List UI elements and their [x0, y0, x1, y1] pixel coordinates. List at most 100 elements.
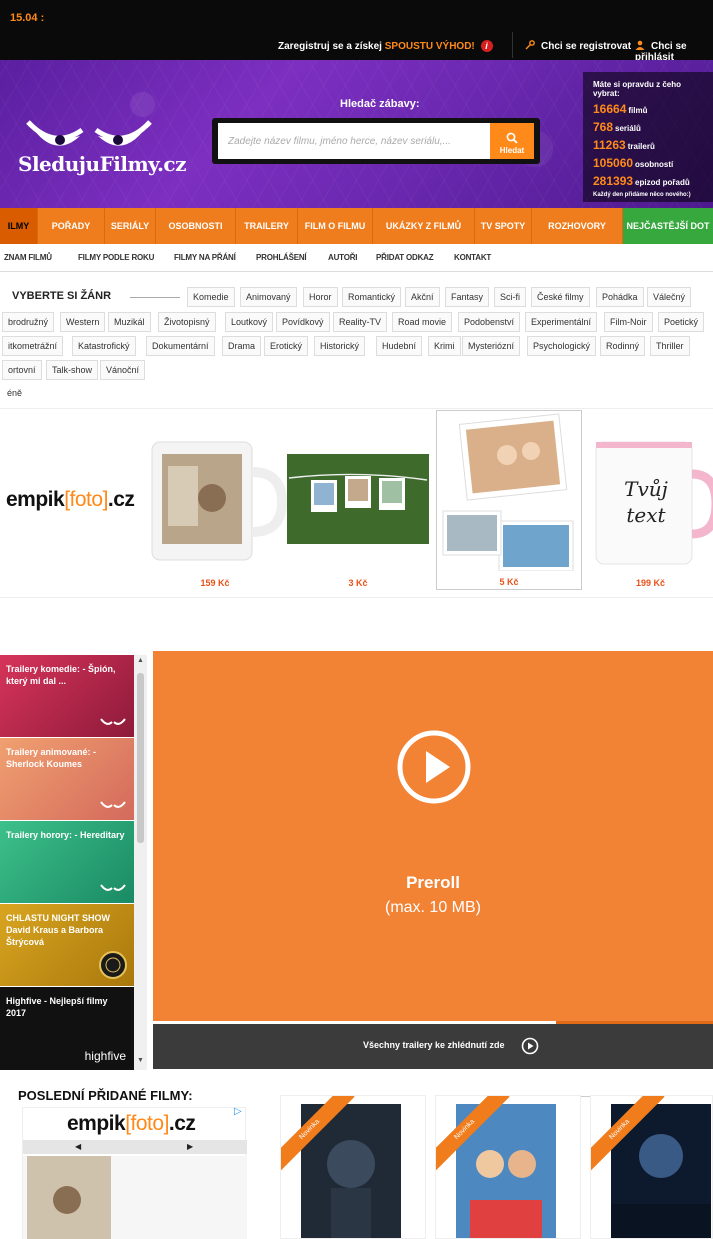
- nav-shows[interactable]: POŘADY: [38, 208, 105, 244]
- trailer-item[interactable]: Trailery horory: - Hereditary: [0, 821, 134, 903]
- subnav-wish[interactable]: FILMY NA PŘÁNÍ: [174, 253, 236, 262]
- subnav-add-link[interactable]: PŘIDAT ODKAZ: [376, 253, 434, 262]
- genre-tag[interactable]: Talk-show: [46, 360, 99, 380]
- mug-text: Tvůj text: [624, 477, 668, 527]
- genre-tag[interactable]: éně: [2, 384, 27, 404]
- subnav-statement[interactable]: PROHLÁŠENÍ: [256, 253, 307, 262]
- trailer-item[interactable]: Trailery animované: - Sherlock Koumes: [0, 738, 134, 820]
- ad-choices-icon[interactable]: ▷: [234, 1106, 242, 1117]
- genre-tag[interactable]: Katastrofický: [72, 336, 136, 356]
- film-card[interactable]: Novinka: [590, 1095, 713, 1239]
- trailer-scrollbar[interactable]: ▲ ▼: [134, 655, 147, 1070]
- genre-tag[interactable]: České filmy: [531, 287, 590, 307]
- trailer-item[interactable]: Trailery komedie: - Špión, který mi dal …: [0, 655, 134, 737]
- info-icon: i: [480, 40, 493, 52]
- search-button[interactable]: Hledat: [490, 123, 534, 159]
- genre-tag[interactable]: Vánoční: [100, 360, 146, 380]
- genre-tag[interactable]: Drama: [222, 336, 262, 356]
- empik-ad-box[interactable]: empik[foto].cz ◀ ▶: [22, 1107, 247, 1239]
- genre-tag[interactable]: ortovní: [2, 360, 42, 380]
- genre-tag[interactable]: Životopisný: [158, 312, 216, 332]
- play-icon[interactable]: [396, 729, 472, 805]
- nav-making-of[interactable]: FILM O FILMU: [298, 208, 373, 244]
- genre-tag[interactable]: Hudební: [376, 336, 423, 356]
- latest-films-title: POSLEDNÍ PŘIDANÉ FILMY:: [18, 1088, 193, 1103]
- genre-tag[interactable]: Psychologický: [527, 336, 597, 356]
- all-trailers-bar[interactable]: Všechny trailery ke zhlédnutí zde: [153, 1024, 713, 1069]
- trailer-item[interactable]: Highfive - Nejlepší filmy 2017 highfive: [0, 987, 134, 1070]
- genre-tag[interactable]: Povídkový: [276, 312, 330, 332]
- nav-trailers[interactable]: TRAILERY: [236, 208, 298, 244]
- subnav-contact[interactable]: KONTAKT: [454, 253, 491, 262]
- genre-tag[interactable]: Pohádka: [596, 287, 644, 307]
- genre-tag[interactable]: Film-Noir: [604, 312, 653, 332]
- genre-tag[interactable]: Erotický: [264, 336, 309, 356]
- product-mug[interactable]: 159 Kč: [142, 410, 288, 590]
- genre-tag[interactable]: brodružný: [2, 312, 55, 332]
- genre-tag[interactable]: Road movie: [392, 312, 453, 332]
- search-input[interactable]: [218, 123, 496, 159]
- preroll-label: Preroll: [406, 873, 460, 892]
- subnav-authors[interactable]: AUTOŘI: [328, 253, 358, 262]
- genre-tag[interactable]: Akční: [405, 287, 440, 307]
- genre-tag[interactable]: Válečný: [647, 287, 692, 307]
- trailer-item[interactable]: CHLASTU NIGHT SHOW David Kraus a Barbora…: [0, 904, 134, 986]
- product-photo-clips[interactable]: 3 Kč: [285, 410, 431, 590]
- carousel-next-icon[interactable]: ▶: [187, 1142, 193, 1151]
- genre-tag[interactable]: itkometrážní: [2, 336, 64, 356]
- genre-tag[interactable]: Thriller: [650, 336, 690, 356]
- genre-tag[interactable]: Horor: [303, 287, 338, 307]
- nav-faq[interactable]: NEJČASTĚJŠÍ DOT: [623, 208, 713, 244]
- stats-series: 768 seriálů: [593, 120, 641, 134]
- logo-eyes-icon: [100, 718, 126, 725]
- genre-tag[interactable]: Mysteriózní: [462, 336, 521, 356]
- product-photos[interactable]: 5 Kč: [436, 410, 582, 590]
- ad-carousel-nav: ◀ ▶: [23, 1140, 247, 1154]
- register-promo[interactable]: Zaregistruj se a získej SPOUSTU VÝHOD! i: [278, 40, 493, 52]
- mug-photo-icon: [151, 441, 288, 561]
- film-card[interactable]: Novinka: [280, 1095, 426, 1239]
- scroll-up-icon[interactable]: ▲: [136, 657, 145, 664]
- video-player[interactable]: Preroll (max. 10 MB): [153, 651, 713, 1023]
- search-icon: [506, 132, 518, 144]
- photo-clips-icon: [287, 454, 429, 544]
- nav-films[interactable]: ILMY: [0, 208, 38, 244]
- logo-text[interactable]: SledujuFilmy.cz: [18, 152, 186, 176]
- empik-logo[interactable]: empik[foto].cz: [6, 488, 135, 512]
- product-text-mug[interactable]: Tvůj text 199 Kč: [588, 410, 713, 590]
- genre-tag[interactable]: Rodinný: [600, 336, 646, 356]
- genre-tag[interactable]: Fantasy: [445, 287, 490, 307]
- genre-tag[interactable]: Poetický: [658, 312, 705, 332]
- subnav-film-list[interactable]: ZNAM FILMŮ: [4, 253, 52, 262]
- genre-tag[interactable]: Krimi: [428, 336, 461, 356]
- carousel-prev-icon[interactable]: ◀: [75, 1142, 81, 1151]
- stats-foot: Každý den přidáme něco nového:): [593, 192, 691, 198]
- stats-box: Máte si opravdu z čeho vybrat: 16664 film…: [583, 72, 713, 202]
- scroll-thumb[interactable]: [137, 673, 144, 843]
- nav-people[interactable]: OSOBNOSTI: [156, 208, 236, 244]
- genre-tag[interactable]: Muzikál: [108, 312, 151, 332]
- genre-tag[interactable]: Romantický: [342, 287, 402, 307]
- genre-tag[interactable]: Experimentální: [525, 312, 598, 332]
- nav-interviews[interactable]: ROZHOVORY: [532, 208, 623, 244]
- search-button-label: Hledat: [499, 145, 525, 155]
- film-card[interactable]: Novinka: [435, 1095, 581, 1239]
- ad-mug-image-icon: [23, 1156, 247, 1239]
- genre-tag[interactable]: Western: [60, 312, 106, 332]
- genre-tag[interactable]: Sci-fi: [494, 287, 526, 307]
- genre-tag[interactable]: Reality-TV: [333, 312, 388, 332]
- genre-tag[interactable]: Animovaný: [240, 287, 297, 307]
- nav-tv-spots[interactable]: TV SPOTY: [475, 208, 532, 244]
- top-bar: 15.04 : Zaregistruj se a získej SPOUSTU …: [0, 0, 713, 63]
- register-link[interactable]: Chci se registrovat: [525, 40, 631, 52]
- scroll-down-icon[interactable]: ▼: [136, 1057, 145, 1064]
- genre-tag[interactable]: Dokumentární: [146, 336, 215, 356]
- product-price: 199 Kč: [635, 578, 666, 588]
- subnav-by-year[interactable]: FILMY PODLE ROKU: [78, 253, 154, 262]
- nav-series[interactable]: SERIÁLY: [105, 208, 156, 244]
- genre-tag[interactable]: Komedie: [187, 287, 235, 307]
- nav-clips[interactable]: UKÁZKY Z FILMŮ: [373, 208, 475, 244]
- genre-tag[interactable]: Loutkový: [225, 312, 274, 332]
- genre-tag[interactable]: Historický: [314, 336, 366, 356]
- genre-tag[interactable]: Podobenství: [458, 312, 521, 332]
